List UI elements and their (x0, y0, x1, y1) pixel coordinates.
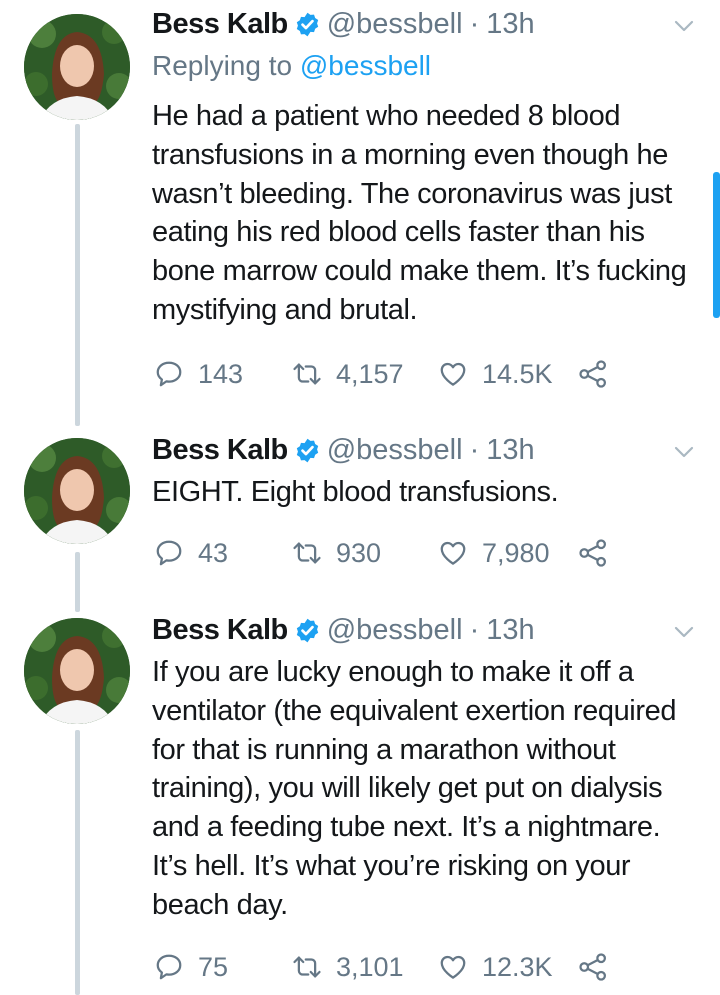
tweet-header: Bess Kalb @bessbell · 13h (152, 610, 535, 650)
display-name[interactable]: Bess Kalb (152, 434, 288, 467)
like-count: 7,980 (482, 537, 550, 568)
separator-dot: · (469, 7, 480, 40)
avatar[interactable] (24, 14, 130, 120)
reply-count: 43 (198, 537, 229, 568)
share-icon (579, 539, 606, 567)
retweet-button[interactable]: 4,157 (292, 356, 404, 392)
retweet-button[interactable]: 930 (292, 535, 381, 571)
handle[interactable]: @bessbell (327, 8, 463, 41)
display-name[interactable]: Bess Kalb (152, 8, 288, 41)
tweet[interactable]: Bess Kalb @bessbell · 13h If you are luc… (0, 610, 720, 995)
like-button[interactable]: 12.3K (438, 949, 553, 985)
share-button[interactable] (578, 535, 608, 571)
share-button[interactable] (578, 949, 608, 985)
retweet-count: 3,101 (336, 951, 404, 982)
reply-count: 75 (198, 951, 229, 982)
retweet-icon (293, 542, 321, 564)
like-button[interactable]: 7,980 (438, 535, 550, 571)
tweet[interactable]: Bess Kalb @bessbell · 13h EIGHT. Eight b… (0, 430, 720, 600)
reply-icon (156, 954, 182, 980)
retweet-icon (293, 363, 321, 385)
like-count: 14.5K (482, 358, 553, 389)
tweet-actions: 75 3,101 12.3K (152, 949, 712, 985)
tweet-header: Bess Kalb @bessbell · 13h (152, 430, 535, 470)
separator-dot: · (469, 613, 480, 646)
tweet-actions: 143 4,157 14.5K (152, 356, 712, 392)
verified-badge-icon (296, 438, 318, 462)
reply-button[interactable]: 143 (154, 356, 243, 392)
avatar[interactable] (24, 438, 130, 544)
heart-icon (440, 541, 466, 565)
heart-icon (440, 362, 466, 386)
share-icon (579, 360, 606, 388)
handle[interactable]: @bessbell (327, 614, 463, 647)
tweet[interactable]: Bess Kalb @bessbell · 13h Replying to @b… (0, 4, 720, 404)
timestamp[interactable]: 13h (486, 8, 534, 41)
chevron-down-icon[interactable] (672, 440, 696, 464)
reply-icon (156, 361, 182, 387)
share-icon (579, 953, 606, 981)
replying-to-label: Replying to (152, 50, 293, 81)
retweet-count: 930 (336, 537, 382, 568)
reply-button[interactable]: 43 (154, 535, 228, 571)
retweet-icon (293, 956, 321, 978)
tweet-text: If you are lucky enough to make it off a… (152, 656, 677, 921)
timestamp[interactable]: 13h (486, 434, 534, 467)
avatar[interactable] (24, 618, 130, 724)
tweet-text: He had a patient who needed 8 blood tran… (152, 100, 687, 326)
reply-icon (156, 540, 182, 566)
display-name[interactable]: Bess Kalb (152, 614, 288, 647)
tweet-header: Bess Kalb @bessbell · 13h (152, 4, 535, 44)
retweet-button[interactable]: 3,101 (292, 949, 404, 985)
reply-button[interactable]: 75 (154, 949, 228, 985)
tweet-text: EIGHT. Eight blood transfusions. (152, 476, 559, 508)
replying-to: Replying to @bessbell (152, 50, 431, 82)
verified-badge-icon (296, 618, 318, 642)
reply-mention-link[interactable]: @bessbell (300, 50, 431, 81)
handle[interactable]: @bessbell (327, 434, 463, 467)
timestamp[interactable]: 13h (486, 614, 534, 647)
heart-icon (440, 955, 466, 979)
share-button[interactable] (578, 356, 608, 392)
chevron-down-icon[interactable] (672, 620, 696, 644)
retweet-count: 4,157 (336, 358, 404, 389)
tweet-actions: 43 930 7,980 (152, 535, 712, 571)
chevron-down-icon[interactable] (672, 14, 696, 38)
verified-badge-icon (296, 12, 318, 36)
separator-dot: · (469, 433, 480, 466)
reply-count: 143 (198, 358, 244, 389)
like-count: 12.3K (482, 951, 553, 982)
like-button[interactable]: 14.5K (438, 356, 553, 392)
